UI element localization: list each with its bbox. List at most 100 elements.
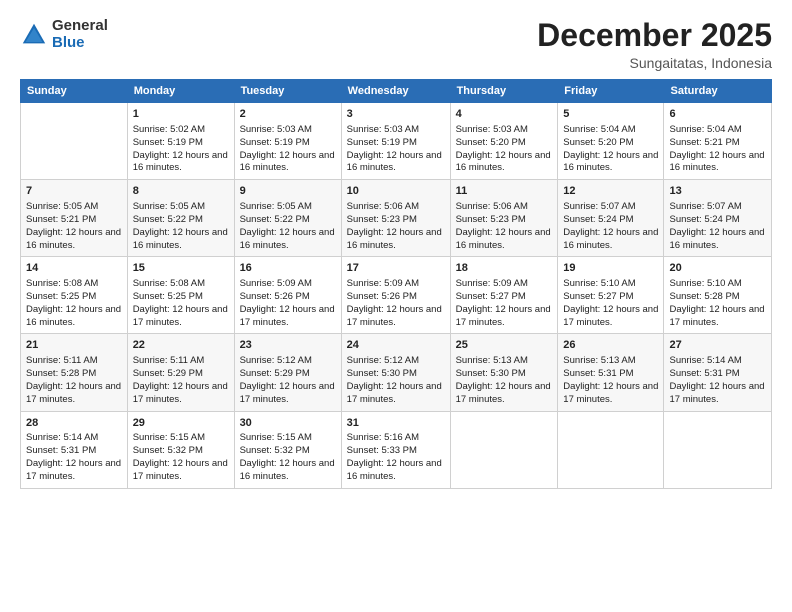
calendar-cell: 13Sunrise: 5:07 AMSunset: 5:24 PMDayligh… <box>664 180 772 257</box>
day-info: Sunset: 5:31 PM <box>26 445 122 458</box>
day-info: Daylight: 12 hours and 16 minutes. <box>26 227 122 253</box>
day-info: Sunset: 5:21 PM <box>26 214 122 227</box>
day-info: Daylight: 12 hours and 16 minutes. <box>347 227 445 253</box>
day-info: Sunset: 5:31 PM <box>669 368 766 381</box>
day-info: Sunrise: 5:12 AM <box>240 355 336 368</box>
day-info: Sunrise: 5:06 AM <box>456 201 553 214</box>
calendar-cell: 16Sunrise: 5:09 AMSunset: 5:26 PMDayligh… <box>234 257 341 334</box>
day-info: Daylight: 12 hours and 17 minutes. <box>347 381 445 407</box>
day-info: Daylight: 12 hours and 16 minutes. <box>133 227 229 253</box>
day-info: Sunrise: 5:08 AM <box>133 278 229 291</box>
day-info: Daylight: 12 hours and 17 minutes. <box>669 381 766 407</box>
day-info: Sunrise: 5:07 AM <box>669 201 766 214</box>
day-info: Sunrise: 5:10 AM <box>563 278 658 291</box>
day-info: Sunrise: 5:15 AM <box>133 432 229 445</box>
day-info: Daylight: 12 hours and 17 minutes. <box>347 304 445 330</box>
day-info: Sunrise: 5:04 AM <box>669 124 766 137</box>
logo-general-text: General <box>52 18 108 35</box>
calendar-cell: 24Sunrise: 5:12 AMSunset: 5:30 PMDayligh… <box>341 334 450 411</box>
col-saturday: Saturday <box>664 80 772 103</box>
day-number: 9 <box>240 184 336 199</box>
day-number: 3 <box>347 107 445 122</box>
day-number: 7 <box>26 184 122 199</box>
calendar-cell <box>664 411 772 488</box>
day-info: Daylight: 12 hours and 16 minutes. <box>563 150 658 176</box>
logo: General Blue <box>20 18 108 51</box>
calendar-table: Sunday Monday Tuesday Wednesday Thursday… <box>20 79 772 488</box>
calendar-cell: 18Sunrise: 5:09 AMSunset: 5:27 PMDayligh… <box>450 257 558 334</box>
day-info: Sunrise: 5:15 AM <box>240 432 336 445</box>
day-info: Sunset: 5:19 PM <box>133 137 229 150</box>
day-number: 28 <box>26 416 122 431</box>
day-number: 5 <box>563 107 658 122</box>
day-number: 18 <box>456 261 553 276</box>
day-info: Sunrise: 5:06 AM <box>347 201 445 214</box>
day-info: Sunset: 5:23 PM <box>347 214 445 227</box>
day-info: Sunrise: 5:09 AM <box>456 278 553 291</box>
day-number: 20 <box>669 261 766 276</box>
day-info: Sunrise: 5:03 AM <box>240 124 336 137</box>
day-info: Sunrise: 5:09 AM <box>240 278 336 291</box>
day-info: Sunset: 5:24 PM <box>563 214 658 227</box>
day-info: Sunset: 5:30 PM <box>347 368 445 381</box>
day-info: Daylight: 12 hours and 16 minutes. <box>240 458 336 484</box>
calendar-cell: 7 Sunrise: 5:05 AMSunset: 5:21 PMDaylight… <box>21 180 128 257</box>
day-info: Sunset: 5:20 PM <box>456 137 553 150</box>
day-number: 10 <box>347 184 445 199</box>
calendar-cell: 31Sunrise: 5:16 AMSunset: 5:33 PMDayligh… <box>341 411 450 488</box>
day-info: Sunset: 5:19 PM <box>240 137 336 150</box>
day-info: Daylight: 12 hours and 17 minutes. <box>133 304 229 330</box>
calendar-cell: 26Sunrise: 5:13 AMSunset: 5:31 PMDayligh… <box>558 334 664 411</box>
calendar-week-1: 1Sunrise: 5:02 AMSunset: 5:19 PMDaylight… <box>21 103 772 180</box>
calendar-cell: 21Sunrise: 5:11 AMSunset: 5:28 PMDayligh… <box>21 334 128 411</box>
day-number: 24 <box>347 338 445 353</box>
calendar-cell <box>21 103 128 180</box>
calendar-title: December 2025 <box>537 18 772 53</box>
calendar-cell: 6Sunrise: 5:04 AMSunset: 5:21 PMDaylight… <box>664 103 772 180</box>
calendar-cell: 8Sunrise: 5:05 AMSunset: 5:22 PMDaylight… <box>127 180 234 257</box>
day-info: Daylight: 12 hours and 16 minutes. <box>456 227 553 253</box>
day-info: Sunset: 5:28 PM <box>26 368 122 381</box>
col-thursday: Thursday <box>450 80 558 103</box>
day-number: 15 <box>133 261 229 276</box>
calendar-cell <box>450 411 558 488</box>
day-info: Sunrise: 5:14 AM <box>669 355 766 368</box>
day-number: 6 <box>669 107 766 122</box>
day-info: Sunset: 5:29 PM <box>133 368 229 381</box>
header-row: Sunday Monday Tuesday Wednesday Thursday… <box>21 80 772 103</box>
calendar-cell: 17Sunrise: 5:09 AMSunset: 5:26 PMDayligh… <box>341 257 450 334</box>
day-info: Sunset: 5:25 PM <box>26 291 122 304</box>
day-info: Daylight: 12 hours and 17 minutes. <box>133 458 229 484</box>
day-info: Sunset: 5:32 PM <box>240 445 336 458</box>
day-info: Daylight: 12 hours and 17 minutes. <box>240 304 336 330</box>
day-info: Sunrise: 5:16 AM <box>347 432 445 445</box>
day-number: 11 <box>456 184 553 199</box>
day-info: Daylight: 12 hours and 17 minutes. <box>133 381 229 407</box>
day-info: Daylight: 12 hours and 16 minutes. <box>347 150 445 176</box>
day-info: Sunrise: 5:13 AM <box>456 355 553 368</box>
calendar-cell: 1Sunrise: 5:02 AMSunset: 5:19 PMDaylight… <box>127 103 234 180</box>
day-info: Sunset: 5:22 PM <box>240 214 336 227</box>
calendar-cell: 22Sunrise: 5:11 AMSunset: 5:29 PMDayligh… <box>127 334 234 411</box>
day-info: Sunrise: 5:02 AM <box>133 124 229 137</box>
day-info: Daylight: 12 hours and 16 minutes. <box>456 150 553 176</box>
day-number: 25 <box>456 338 553 353</box>
day-info: Sunset: 5:24 PM <box>669 214 766 227</box>
calendar-cell: 28Sunrise: 5:14 AMSunset: 5:31 PMDayligh… <box>21 411 128 488</box>
calendar-cell: 30Sunrise: 5:15 AMSunset: 5:32 PMDayligh… <box>234 411 341 488</box>
title-block: December 2025 Sungaitatas, Indonesia <box>537 18 772 71</box>
day-info: Sunrise: 5:05 AM <box>26 201 122 214</box>
day-info: Sunrise: 5:08 AM <box>26 278 122 291</box>
day-number: 13 <box>669 184 766 199</box>
col-monday: Monday <box>127 80 234 103</box>
day-info: Sunrise: 5:13 AM <box>563 355 658 368</box>
day-info: Daylight: 12 hours and 17 minutes. <box>26 381 122 407</box>
day-number: 14 <box>26 261 122 276</box>
calendar-cell: 20Sunrise: 5:10 AMSunset: 5:28 PMDayligh… <box>664 257 772 334</box>
calendar-cell: 23Sunrise: 5:12 AMSunset: 5:29 PMDayligh… <box>234 334 341 411</box>
day-info: Sunset: 5:27 PM <box>563 291 658 304</box>
day-info: Sunset: 5:20 PM <box>563 137 658 150</box>
calendar-cell: 4Sunrise: 5:03 AMSunset: 5:20 PMDaylight… <box>450 103 558 180</box>
calendar-cell: 15Sunrise: 5:08 AMSunset: 5:25 PMDayligh… <box>127 257 234 334</box>
day-info: Daylight: 12 hours and 17 minutes. <box>456 381 553 407</box>
